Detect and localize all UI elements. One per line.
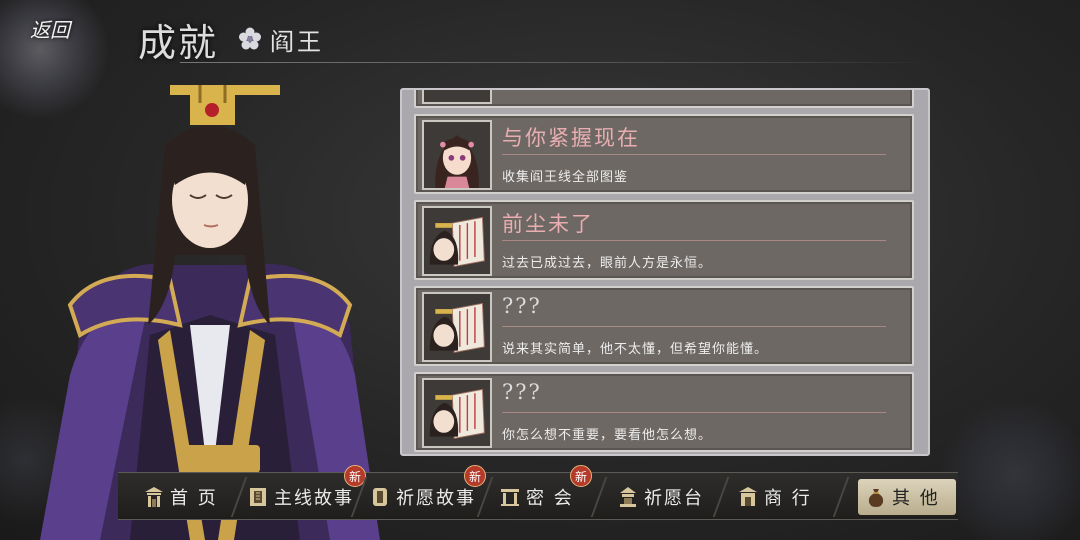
nav-divider — [590, 477, 608, 517]
achievement-divider — [502, 154, 886, 155]
nav-home[interactable]: 首 页 — [144, 473, 218, 521]
back-button[interactable]: 返回 — [18, 12, 82, 44]
achievement-title: 与你紧握现在 — [502, 126, 640, 150]
achievement-item[interactable]: ??? 你怎么想不重要，要看他怎么想。 — [414, 372, 914, 452]
nav-label: 商 行 — [764, 488, 812, 509]
story-book-thumbnail — [422, 292, 492, 362]
header-divider — [180, 62, 940, 63]
spider-lily-decoration — [940, 400, 1080, 540]
character-thumbnail — [422, 120, 492, 190]
story-book-thumbnail — [422, 378, 492, 448]
achievement-item[interactable]: 与你紧握现在 收集阎王线全部图鉴 — [414, 114, 914, 194]
nav-wish-story[interactable]: 祈愿故事 新 — [370, 465, 486, 521]
nav-main-story[interactable]: 主线故事 新 — [248, 465, 366, 521]
nav-secret-meeting[interactable]: 密 会 新 — [500, 465, 592, 521]
character-portrait — [40, 85, 380, 540]
achievement-title: 前尘未了 — [502, 212, 594, 236]
achievement-item[interactable]: 前尘未了 过去已成过去，眼前人方是永恒。 — [414, 200, 914, 280]
story-book-thumbnail — [422, 206, 492, 276]
page-title: 成就 — [138, 20, 219, 65]
achievement-title: ??? — [502, 294, 542, 318]
achievement-description: 收集阎王线全部图鉴 — [502, 170, 629, 185]
achievement-description: 说来其实简单，他不太懂，但希望你能懂。 — [502, 342, 769, 357]
achievement-divider — [502, 326, 886, 327]
nav-label: 其 他 — [892, 488, 940, 509]
achievement-list[interactable]: 与你紧握现在 收集阎王线全部图鉴 前尘未了 过去已成过去，眼前人方是永恒。 ??… — [400, 88, 930, 456]
nav-label: 主线故事 — [274, 488, 354, 509]
shop-icon — [739, 487, 757, 506]
nav-label: 祈愿故事 — [396, 488, 476, 509]
pouch-icon — [868, 489, 884, 507]
achievement-description: 过去已成过去，眼前人方是永恒。 — [502, 256, 713, 271]
book-icon — [250, 488, 266, 506]
nav-label: 密 会 — [526, 488, 574, 509]
nav-divider — [832, 477, 850, 517]
nav-shop[interactable]: 商 行 — [738, 473, 812, 521]
altar-icon — [620, 487, 636, 507]
title-area: 成就 阎王 — [138, 14, 325, 65]
pavilion-icon — [501, 489, 519, 506]
achievement-divider — [502, 240, 886, 241]
gate-icon — [145, 487, 163, 507]
nav-divider — [712, 477, 730, 517]
nav-divider — [230, 477, 248, 517]
achievement-divider — [502, 412, 886, 413]
nav-label: 祈愿台 — [644, 488, 704, 509]
nav-wish-altar[interactable]: 祈愿台 — [618, 473, 704, 521]
achievement-item[interactable]: ??? 说来其实简单，他不太懂，但希望你能懂。 — [414, 286, 914, 366]
achievement-description: 你怎么想不重要，要看他怎么想。 — [502, 428, 713, 443]
achievement-title: ??? — [502, 380, 542, 404]
achievement-item-partial — [414, 90, 914, 108]
blossom-icon — [239, 27, 262, 50]
scroll-icon — [373, 488, 387, 506]
new-badge: 新 — [570, 465, 592, 487]
achievement-thumbnail — [422, 90, 492, 104]
new-badge: 新 — [464, 465, 486, 487]
bottom-nav: 首 页 主线故事 新 祈愿故事 新 密 会 新 祈愿台 商 行 其 他 — [118, 465, 958, 521]
nav-other[interactable]: 其 他 — [858, 479, 956, 515]
nav-label: 首 页 — [170, 488, 218, 509]
character-name: 阎王 — [270, 27, 325, 56]
